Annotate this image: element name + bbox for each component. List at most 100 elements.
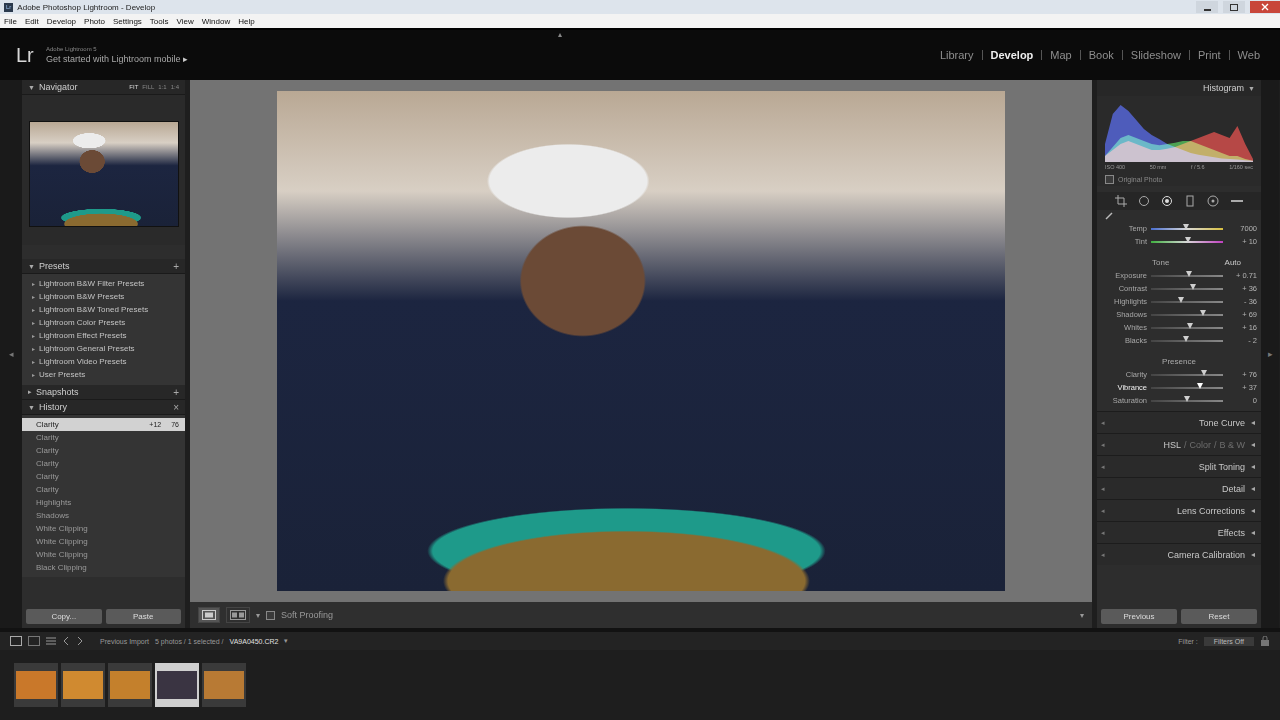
- original-photo-option[interactable]: Original Photo: [1105, 172, 1253, 186]
- preset-folder[interactable]: ▸Lightroom Effect Presets: [22, 329, 185, 342]
- histogram-header[interactable]: Histogram▼: [1097, 80, 1261, 96]
- slider-track[interactable]: [1151, 400, 1223, 402]
- section-title[interactable]: Tone Curve: [1199, 418, 1245, 428]
- collapsed-section-header[interactable]: ◂Detail◂: [1097, 477, 1261, 499]
- slider-value[interactable]: + 10: [1227, 237, 1257, 246]
- grid-icon[interactable]: [46, 636, 56, 646]
- spot-removal-icon[interactable]: [1138, 195, 1150, 207]
- clear-history-button[interactable]: ×: [173, 402, 179, 413]
- red-eye-icon[interactable]: [1161, 195, 1173, 207]
- slider-track[interactable]: [1151, 228, 1223, 230]
- add-preset-button[interactable]: +: [173, 261, 179, 272]
- slider-value[interactable]: - 2: [1227, 336, 1257, 345]
- history-step[interactable]: Clarity: [22, 483, 185, 496]
- view-dropdown[interactable]: ▾: [256, 611, 260, 620]
- section-title[interactable]: Color: [1189, 440, 1211, 450]
- second-monitor-icon[interactable]: [28, 636, 40, 646]
- preset-folder[interactable]: ▸Lightroom B&W Toned Presets: [22, 303, 185, 316]
- collapsed-section-header[interactable]: ◂Effects◂: [1097, 521, 1261, 543]
- brush-icon[interactable]: [1230, 195, 1244, 207]
- slider-track[interactable]: [1151, 275, 1223, 277]
- collapsed-section-header[interactable]: ◂Tone Curve◂: [1097, 411, 1261, 433]
- file-dropdown[interactable]: ▾: [284, 637, 288, 645]
- section-title[interactable]: Lens Corrections: [1177, 506, 1245, 516]
- navigator-preview[interactable]: [29, 121, 179, 227]
- slider-thumb[interactable]: [1183, 336, 1189, 342]
- menu-item[interactable]: Tools: [150, 17, 169, 26]
- forward-icon[interactable]: [76, 636, 84, 646]
- slider-value[interactable]: + 37: [1227, 383, 1257, 392]
- panel-button[interactable]: Paste: [106, 609, 182, 624]
- minimize-button[interactable]: [1196, 1, 1218, 13]
- graduated-filter-icon[interactable]: [1184, 195, 1196, 207]
- slider-value[interactable]: + 16: [1227, 323, 1257, 332]
- history-step[interactable]: Clarity+1276: [22, 418, 185, 431]
- section-title[interactable]: HSL: [1163, 440, 1181, 450]
- slider-value[interactable]: - 36: [1227, 297, 1257, 306]
- zoom-option[interactable]: FILL: [142, 84, 154, 90]
- section-title[interactable]: /: [1214, 440, 1217, 450]
- module-tab[interactable]: Develop: [982, 50, 1042, 60]
- module-tab[interactable]: Map: [1041, 50, 1079, 60]
- menu-item[interactable]: Window: [202, 17, 230, 26]
- menu-item[interactable]: Photo: [84, 17, 105, 26]
- original-photo-checkbox[interactable]: [1105, 175, 1114, 184]
- slider-value[interactable]: 7000: [1227, 224, 1257, 233]
- preset-folder[interactable]: ▸Lightroom Video Presets: [22, 355, 185, 368]
- close-button[interactable]: [1250, 1, 1280, 13]
- menu-item[interactable]: Develop: [47, 17, 76, 26]
- collapsed-section-header[interactable]: ◂HSL/Color/B & W◂: [1097, 433, 1261, 455]
- module-tab[interactable]: Library: [932, 50, 982, 60]
- menu-item[interactable]: Settings: [113, 17, 142, 26]
- slider-track[interactable]: [1151, 288, 1223, 290]
- menu-item[interactable]: Edit: [25, 17, 39, 26]
- crop-icon[interactable]: [1115, 195, 1127, 207]
- filmstrip-thumbnail[interactable]: [108, 663, 152, 707]
- zoom-option[interactable]: 1:1: [158, 84, 166, 90]
- slider-value[interactable]: + 36: [1227, 284, 1257, 293]
- slider-value[interactable]: + 69: [1227, 310, 1257, 319]
- history-step[interactable]: Shadows: [22, 509, 185, 522]
- back-icon[interactable]: [62, 636, 70, 646]
- slider-thumb[interactable]: [1201, 370, 1207, 376]
- filter-dropdown[interactable]: Filters Off: [1204, 637, 1254, 646]
- zoom-option[interactable]: 1:4: [171, 84, 179, 90]
- main-monitor-icon[interactable]: [10, 636, 22, 646]
- module-tab[interactable]: Slideshow: [1122, 50, 1189, 60]
- slider-thumb[interactable]: [1186, 271, 1192, 277]
- preset-folder[interactable]: ▸Lightroom Color Presets: [22, 316, 185, 329]
- slider-thumb[interactable]: [1183, 224, 1189, 230]
- filmstrip-thumbnail[interactable]: [14, 663, 58, 707]
- history-step[interactable]: White Clipping: [22, 535, 185, 548]
- history-step[interactable]: White Clipping: [22, 522, 185, 535]
- slider-track[interactable]: [1151, 340, 1223, 342]
- auto-tone-button[interactable]: Auto: [1225, 258, 1241, 267]
- slider-track[interactable]: [1151, 327, 1223, 329]
- slider-track[interactable]: [1151, 387, 1223, 389]
- preset-folder[interactable]: ▸Lightroom B&W Presets: [22, 290, 185, 303]
- slider-value[interactable]: + 76: [1227, 370, 1257, 379]
- section-title[interactable]: Detail: [1222, 484, 1245, 494]
- compare-view-button[interactable]: [226, 607, 250, 623]
- slider-thumb[interactable]: [1187, 323, 1193, 329]
- right-panel-toggle[interactable]: ▸: [1268, 349, 1273, 359]
- soft-proofing-checkbox[interactable]: [266, 611, 275, 620]
- snapshots-header[interactable]: ▸Snapshots+: [22, 385, 185, 400]
- presets-header[interactable]: ▼Presets+: [22, 259, 185, 274]
- module-tab[interactable]: Web: [1229, 50, 1268, 60]
- slider-track[interactable]: [1151, 374, 1223, 376]
- menu-item[interactable]: File: [4, 17, 17, 26]
- slider-thumb[interactable]: [1200, 310, 1206, 316]
- slider-thumb[interactable]: [1178, 297, 1184, 303]
- slider-track[interactable]: [1151, 301, 1223, 303]
- file-name[interactable]: VA9A0450.CR2: [230, 638, 279, 645]
- collapsed-section-header[interactable]: ◂Lens Corrections◂: [1097, 499, 1261, 521]
- history-step[interactable]: Clarity: [22, 444, 185, 457]
- filmstrip-thumbnail[interactable]: [202, 663, 246, 707]
- history-step[interactable]: Black Clipping: [22, 561, 185, 574]
- collapsed-section-header[interactable]: ◂Split Toning◂: [1097, 455, 1261, 477]
- target-adjust-icon[interactable]: [1105, 212, 1113, 220]
- maximize-button[interactable]: [1223, 1, 1245, 13]
- section-title[interactable]: Camera Calibration: [1167, 550, 1245, 560]
- top-panel-toggle[interactable]: ▴: [558, 30, 562, 40]
